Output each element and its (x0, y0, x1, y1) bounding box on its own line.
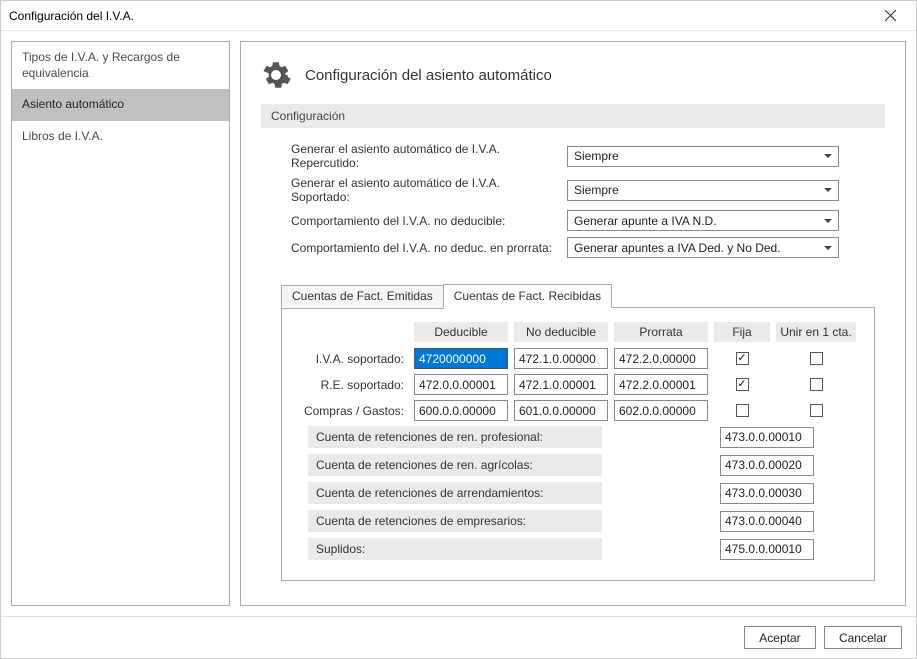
row-ret-empresarios: Cuenta de retenciones de empresarios: (300, 510, 856, 532)
col-header-fija: Fija (714, 322, 770, 342)
col-header-nodeducible: No deducible (514, 322, 608, 342)
sidebar: Tipos de I.V.A. y Recargos de equivalenc… (11, 41, 230, 606)
close-button[interactable] (870, 2, 910, 30)
row-ret-profesional: Cuenta de retenciones de ren. profesiona… (300, 426, 856, 448)
chevron-down-icon (821, 219, 834, 223)
config-row-repercutido: Generar el asiento automático de I.V.A. … (291, 142, 875, 170)
input-re-prorrata[interactable] (614, 374, 708, 395)
gear-icon (261, 60, 291, 90)
long-label: Cuenta de retenciones de empresarios: (308, 510, 602, 532)
input-compras-prorrata[interactable] (614, 400, 708, 421)
checkbox-compras-fija[interactable] (736, 404, 749, 417)
config-row-prorrata: Comportamiento del I.V.A. no deduc. en p… (291, 237, 875, 258)
long-label: Suplidos: (308, 538, 602, 560)
long-label: Cuenta de retenciones de ren. agrícolas: (308, 454, 602, 476)
tab-emitidas[interactable]: Cuentas de Fact. Emitidas (281, 285, 444, 309)
dropdown-value: Siempre (574, 149, 619, 163)
long-label: Cuenta de retenciones de ren. profesiona… (308, 426, 602, 448)
dropdown-prorrata[interactable]: Generar apuntes a IVA Ded. y No Ded. (567, 237, 839, 258)
input-ret-empresarios[interactable] (720, 511, 814, 532)
input-compras-nodeducible[interactable] (514, 400, 608, 421)
footer: Aceptar Cancelar (1, 616, 916, 658)
content-area: Tipos de I.V.A. y Recargos de equivalenc… (1, 31, 916, 616)
config-row-soportado: Generar el asiento automático de I.V.A. … (291, 176, 875, 204)
chevron-down-icon (821, 154, 834, 158)
grid-row-re-soportado: R.E. soportado: (300, 374, 856, 395)
config-label: Generar el asiento automático de I.V.A. … (291, 176, 559, 204)
input-iva-nodeducible[interactable] (514, 348, 608, 369)
main-panel: Configuración del asiento automático Con… (240, 41, 906, 606)
sidebar-item-libros[interactable]: Libros de I.V.A. (12, 121, 229, 153)
config-rows: Generar el asiento automático de I.V.A. … (261, 142, 885, 264)
input-re-deducible[interactable] (414, 374, 508, 395)
chevron-down-icon (821, 188, 834, 192)
input-ret-agricolas[interactable] (720, 455, 814, 476)
dropdown-value: Generar apunte a IVA N.D. (574, 214, 717, 228)
panel-header: Configuración del asiento automático (261, 60, 885, 90)
config-label: Generar el asiento automático de I.V.A. … (291, 142, 559, 170)
dropdown-value: Generar apuntes a IVA Ded. y No Ded. (574, 241, 781, 255)
input-suplidos[interactable] (720, 539, 814, 560)
grid-header-row: Deducible No deducible Prorrata Fija Uni… (300, 322, 856, 342)
chevron-down-icon (821, 246, 834, 250)
dropdown-soportado[interactable]: Siempre (567, 180, 839, 201)
row-label: I.V.A. soportado: (300, 352, 414, 366)
checkbox-re-fija[interactable] (736, 378, 749, 391)
col-header-prorrata: Prorrata (614, 322, 708, 342)
close-icon (885, 10, 896, 21)
col-header-deducible: Deducible (414, 322, 508, 342)
input-ret-arrendamientos[interactable] (720, 483, 814, 504)
row-ret-agricolas: Cuenta de retenciones de ren. agrícolas: (300, 454, 856, 476)
input-compras-deducible[interactable] (414, 400, 508, 421)
checkbox-re-unir[interactable] (810, 378, 823, 391)
section-header: Configuración (261, 104, 885, 128)
config-row-nodeducible: Comportamiento del I.V.A. no deducible: … (291, 210, 875, 231)
input-re-nodeducible[interactable] (514, 374, 608, 395)
grid-row-compras: Compras / Gastos: (300, 400, 856, 421)
sidebar-item-asiento[interactable]: Asiento automático (12, 89, 229, 121)
row-ret-arrendamientos: Cuenta de retenciones de arrendamientos: (300, 482, 856, 504)
titlebar: Configuración del I.V.A. (1, 1, 916, 31)
tabs-area: Cuentas de Fact. Emitidas Cuentas de Fac… (281, 284, 875, 581)
col-header-unir: Unir en 1 cta. (776, 322, 856, 342)
config-label: Comportamiento del I.V.A. no deducible: (291, 214, 559, 228)
checkbox-iva-unir[interactable] (810, 352, 823, 365)
dropdown-value: Siempre (574, 183, 619, 197)
checkbox-iva-fija[interactable] (736, 352, 749, 365)
row-label: R.E. soportado: (300, 378, 414, 392)
input-ret-profesional[interactable] (720, 427, 814, 448)
input-iva-deducible[interactable] (414, 348, 508, 369)
window-title: Configuración del I.V.A. (9, 9, 870, 23)
dropdown-nodeducible[interactable]: Generar apunte a IVA N.D. (567, 210, 839, 231)
row-label: Compras / Gastos: (300, 404, 414, 418)
tab-panel: Deducible No deducible Prorrata Fija Uni… (281, 307, 875, 581)
accept-button[interactable]: Aceptar (744, 626, 816, 649)
dropdown-repercutido[interactable]: Siempre (567, 146, 839, 167)
cancel-button[interactable]: Cancelar (824, 626, 902, 649)
row-suplidos: Suplidos: (300, 538, 856, 560)
tab-recibidas[interactable]: Cuentas de Fact. Recibidas (443, 284, 612, 308)
checkbox-compras-unir[interactable] (810, 404, 823, 417)
config-label: Comportamiento del I.V.A. no deduc. en p… (291, 241, 559, 255)
grid-row-iva-soportado: I.V.A. soportado: (300, 348, 856, 369)
sidebar-item-tipos[interactable]: Tipos de I.V.A. y Recargos de equivalenc… (12, 42, 229, 89)
panel-title: Configuración del asiento automático (305, 67, 552, 84)
tab-strip: Cuentas de Fact. Emitidas Cuentas de Fac… (281, 284, 875, 308)
long-label: Cuenta de retenciones de arrendamientos: (308, 482, 602, 504)
input-iva-prorrata[interactable] (614, 348, 708, 369)
